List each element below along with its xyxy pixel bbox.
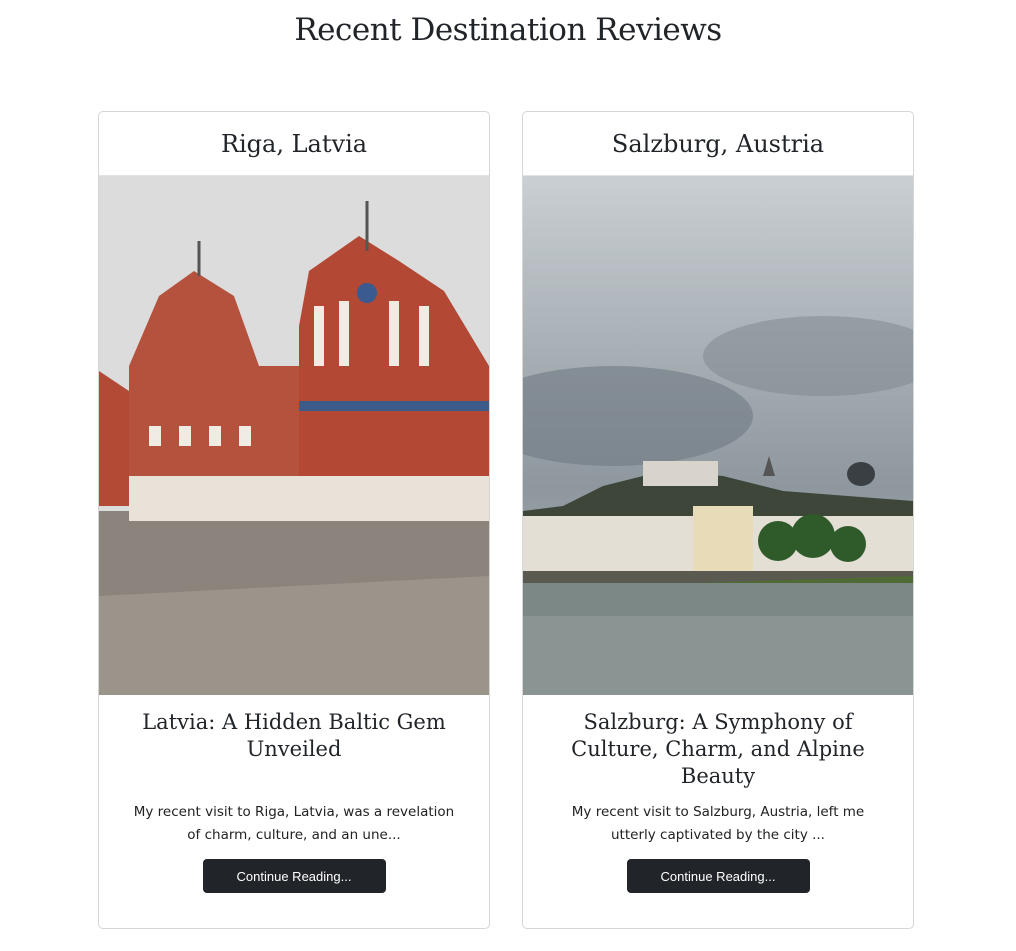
riga-photo[interactable]: [99, 176, 489, 695]
card-location: Salzburg, Austria: [523, 112, 913, 176]
card-title: Salzburg: A Symphony of Culture, Charm, …: [571, 710, 865, 788]
continue-reading-button[interactable]: Continue Reading...: [202, 859, 386, 893]
salzburg-photo[interactable]: [523, 176, 913, 695]
card-excerpt: My recent visit to Salzburg, Austria, le…: [571, 804, 865, 843]
page-title: Recent Destination Reviews: [294, 12, 722, 48]
continue-reading-button[interactable]: Continue Reading...: [626, 859, 810, 893]
review-card-riga: Riga, Latvia Latvia: A Hidden Baltic Gem…: [98, 111, 490, 929]
review-card-salzburg: Salzburg, Austria Salzburg: A Symphony o…: [522, 111, 914, 929]
card-title: Latvia: A Hidden Baltic Gem Unveiled: [142, 710, 446, 761]
card-location: Riga, Latvia: [99, 112, 489, 176]
card-excerpt: My recent visit to Riga, Latvia, was a r…: [133, 804, 455, 843]
